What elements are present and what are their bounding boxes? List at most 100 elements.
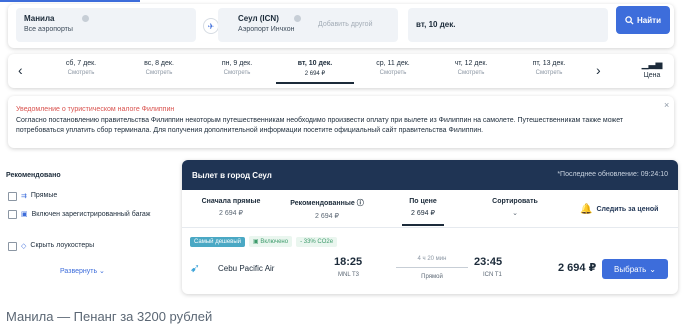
date-label: пн, 9 дек. xyxy=(221,60,253,67)
flight-price: 2 694 ₽ xyxy=(558,262,597,274)
search-icon xyxy=(625,15,634,25)
airline-logo-icon: ➹ xyxy=(190,261,201,275)
results-title: Вылет в город Сеул xyxy=(192,171,272,180)
co2-badge: - 33% CO2e xyxy=(296,236,338,247)
date-option[interactable]: вс, 8 дек. Смотреть xyxy=(120,60,198,76)
flight-badges: Самый дешевый ▣ Включено - 33% CO2e xyxy=(190,236,338,247)
date-option[interactable]: сб, 7 дек. Смотреть xyxy=(42,60,120,76)
chevron-down-icon: ⌄ xyxy=(649,264,656,274)
results-header: Вылет в город Сеул *Последнее обновление… xyxy=(182,160,678,190)
top-accent-line xyxy=(0,0,140,2)
search-bar: Манила Все аэропорты ✈ Сеул (ICN) Аэропо… xyxy=(8,4,674,48)
arrival-time: 23:45 xyxy=(474,256,503,268)
search-button-label: Найти xyxy=(637,15,661,25)
add-other-destination[interactable]: Добавить другой xyxy=(318,21,372,28)
date-option-selected[interactable]: вт, 10 дек. 2 694 ₽ xyxy=(276,60,354,77)
date-price: Смотреть xyxy=(145,70,173,76)
date-field[interactable]: вт, 10 дек. xyxy=(408,8,608,42)
bar-chart-icon: ▁▃▅ xyxy=(641,59,663,69)
date-price: Смотреть xyxy=(379,70,407,76)
from-subtitle: Все аэропорты xyxy=(24,26,73,33)
duration-line xyxy=(396,267,468,268)
baggage-badge-label: Включено xyxy=(260,239,289,245)
price-chart-toggle[interactable]: ▁▃▅ Цена xyxy=(634,59,670,79)
price-toggle-label: Цена xyxy=(643,72,661,79)
flight-duration: 4 ч 20 мин xyxy=(417,256,447,262)
follow-price-button[interactable]: 🔔 Следить за ценой xyxy=(580,204,658,215)
date-price: Смотреть xyxy=(67,70,95,76)
date-label: сб, 7 дек. xyxy=(65,60,97,67)
date-price: Смотреть xyxy=(223,70,251,76)
sort-by-price[interactable]: По цене 2 694 ₽ xyxy=(378,198,468,226)
results-panel: Вылет в город Сеул *Последнее обновление… xyxy=(182,160,678,294)
date-label: ср, 11 дек. xyxy=(376,60,410,67)
sort-price: 2 694 ₽ xyxy=(411,210,435,217)
info-icon[interactable]: ⓘ xyxy=(357,200,364,207)
filter-baggage[interactable]: ▣ Включен зарегистрированный багаж xyxy=(8,210,168,220)
checkbox[interactable] xyxy=(8,242,17,251)
sort-recommended[interactable]: Рекомендованные ⓘ 2 694 ₽ xyxy=(282,198,372,220)
sort-direct-first[interactable]: Сначала прямые 2 694 ₽ xyxy=(186,198,276,217)
date-option[interactable]: ср, 11 дек. Смотреть xyxy=(354,60,432,76)
arrival-airport: ICN T1 xyxy=(483,272,502,278)
date-option[interactable]: пт, 13 дек. Смотреть xyxy=(510,60,588,76)
date-label: вт, 10 дек. xyxy=(297,60,333,67)
select-button-label: Выбрать xyxy=(614,264,647,274)
bell-icon: 🔔 xyxy=(580,204,593,215)
date-label: вс, 8 дек. xyxy=(144,60,174,67)
sort-price: 2 694 ₽ xyxy=(315,213,339,220)
tag-icon: ◇ xyxy=(21,243,27,250)
departure-airport: MNL T3 xyxy=(338,272,360,278)
active-sort-underline xyxy=(402,224,444,226)
sort-label: Сначала прямые xyxy=(201,198,261,205)
direct-flight-icon: ⇉ xyxy=(21,193,27,200)
date-label: чт, 12 дек. xyxy=(454,60,488,67)
to-subtitle: Аэропорт Инчхон xyxy=(238,26,295,33)
filters-title: Рекомендовано xyxy=(6,172,61,179)
select-flight-button[interactable]: Выбрать ⌄ xyxy=(602,259,668,279)
cheapest-badge: Самый дешевый xyxy=(190,236,246,247)
clear-from-icon[interactable] xyxy=(82,15,89,22)
date-price: Смотреть xyxy=(457,70,485,76)
plane-swap-icon[interactable]: ✈ xyxy=(204,19,218,33)
airline-name: Cebu Pacific Air xyxy=(218,264,275,273)
sort-dropdown[interactable]: Сортировать ⌄ xyxy=(470,198,560,217)
filter-lowcost[interactable]: ◇ Скрыть лоукостеры xyxy=(8,242,94,251)
to-city: Сеул (ICN) xyxy=(238,14,279,23)
tax-notice: Уведомление о туристическом налоге Филип… xyxy=(8,96,674,148)
close-icon[interactable]: × xyxy=(664,100,669,110)
chevron-down-icon: ⌄ xyxy=(512,210,518,217)
article-caption: Манила — Пенанг за 3200 рублей xyxy=(6,309,213,324)
stops-label: Прямой xyxy=(421,274,443,280)
from-field[interactable]: Манила Все аэропорты xyxy=(16,8,196,42)
clear-to-icon[interactable] xyxy=(294,15,301,22)
expand-filters-link[interactable]: Развернуть ⌄ xyxy=(60,267,105,275)
search-button[interactable]: Найти xyxy=(616,6,670,34)
to-field[interactable]: Сеул (ICN) Аэропорт Инчхон Добавить друг… xyxy=(218,8,398,42)
notice-text: Согласно постановлению правительства Фил… xyxy=(16,117,624,134)
chevron-left-icon[interactable]: ‹ xyxy=(18,62,23,78)
last-updated: *Последнее обновление: 09:24:10 xyxy=(557,171,668,178)
checkbox[interactable] xyxy=(8,192,17,201)
sort-label: Сортировать xyxy=(492,198,538,205)
chevron-right-icon[interactable]: › xyxy=(596,62,601,78)
filter-label: Включен зарегистрированный багаж xyxy=(31,211,151,218)
date-option[interactable]: пн, 9 дек. Смотреть xyxy=(198,60,276,76)
expand-label: Развернуть xyxy=(60,268,98,275)
date-strip: ‹ сб, 7 дек. Смотреть вс, 8 дек. Смотрет… xyxy=(8,54,674,88)
filter-label: Скрыть лоукостеры xyxy=(30,242,95,249)
date-option[interactable]: чт, 12 дек. Смотреть xyxy=(432,60,510,76)
date-price: 2 694 ₽ xyxy=(304,71,326,77)
sort-price: 2 694 ₽ xyxy=(219,210,243,217)
filter-direct[interactable]: ⇉ Прямые xyxy=(8,192,57,201)
checkbox[interactable] xyxy=(8,210,17,219)
baggage-included-badge: ▣ Включено xyxy=(249,236,293,247)
date-price: Смотреть xyxy=(535,70,563,76)
notice-title: Уведомление о туристическом налоге Филип… xyxy=(16,106,175,113)
departure-time: 18:25 xyxy=(334,256,363,268)
sort-label: Рекомендованные xyxy=(290,200,355,207)
filter-label: Прямые xyxy=(30,192,58,199)
chevron-down-icon: ⌄ xyxy=(97,268,105,275)
from-city: Манила xyxy=(24,14,55,23)
date-label: пт, 13 дек. xyxy=(532,60,566,67)
